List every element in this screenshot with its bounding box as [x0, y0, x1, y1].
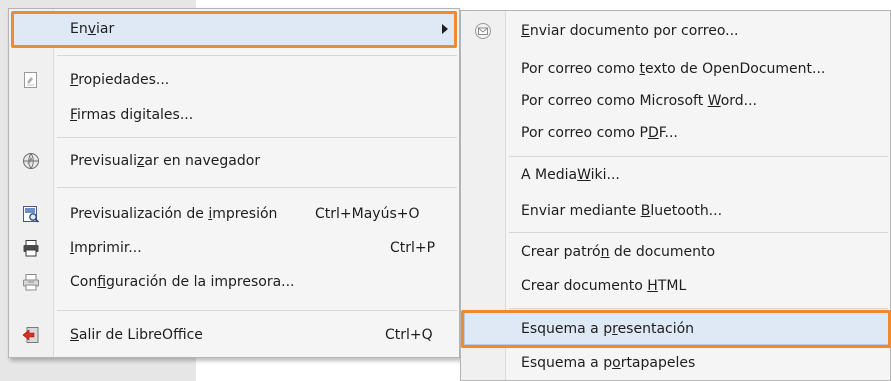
submenu-item-esquema-portapapeles[interactable]: Esquema a portapapeles — [461, 347, 890, 379]
submenu-item-label: Por correo como Microsoft Word... — [521, 93, 757, 109]
submenu-item-crear-patron[interactable]: Crear patrón de documento — [461, 236, 890, 268]
file-menu: Enviar Propiedades... Firmas digitales..… — [8, 8, 460, 358]
menu-separator — [509, 232, 888, 233]
submenu-item-label: Por correo como texto de OpenDocument... — [521, 61, 826, 77]
menu-item-salir[interactable]: Salir de LibreOffice Ctrl+Q — [9, 319, 459, 351]
menu-separator — [509, 308, 888, 309]
printer-icon — [22, 239, 40, 257]
shortcut-label: Ctrl+P — [390, 240, 436, 256]
submenu-item-label: Crear patrón de documento — [521, 244, 716, 260]
menu-item-configuracion-impresora[interactable]: Configuración de la impresora... — [9, 266, 459, 298]
menu-icon-strip — [9, 9, 54, 357]
shortcut-label: Ctrl+Q — [385, 327, 433, 343]
submenu-item-label: Enviar documento por correo... — [521, 23, 739, 39]
menu-item-propiedades[interactable]: Propiedades... — [9, 64, 459, 96]
menu-separator — [57, 187, 457, 188]
esquema-presentacion-highlight-frame — [461, 310, 891, 348]
submenu-item-label: Enviar mediante Bluetooth... — [521, 203, 723, 219]
submenu-item-label: Crear documento HTML — [521, 278, 687, 294]
menu-item-propiedades-label: Propiedades... — [70, 72, 170, 88]
menu-item-firmas-digitales[interactable]: Firmas digitales... — [9, 99, 459, 131]
submenu-item-label: A MediaWiki... — [521, 167, 620, 183]
menu-item-firmas-digitales-label: Firmas digitales... — [70, 107, 194, 123]
menu-item-imprimir[interactable]: Imprimir... Ctrl+P — [9, 232, 459, 264]
print-preview-icon — [22, 205, 40, 223]
menu-separator — [509, 156, 888, 157]
submenu-item-bluetooth[interactable]: Enviar mediante Bluetooth... — [461, 195, 890, 227]
enviar-highlight-frame — [11, 11, 457, 48]
menu-item-previsualizar-navegador[interactable]: Previsualizar en navegador — [9, 145, 459, 177]
menu-item-configuracion-impresora-label: Configuración de la impresora... — [70, 274, 295, 290]
shortcut-label: Ctrl+Mayús+O — [315, 206, 420, 222]
menu-item-previsualizacion-impresion[interactable]: Previsualización de impresión Ctrl+Mayús… — [9, 198, 459, 230]
menu-item-salir-label: Salir de LibreOffice — [70, 327, 203, 343]
submenu-item-correo-opendocument[interactable]: Por correo como texto de OpenDocument... — [461, 53, 890, 85]
screen: Enviar Propiedades... Firmas digitales..… — [0, 0, 891, 381]
menu-separator — [57, 310, 457, 311]
menu-separator — [57, 137, 457, 138]
exit-icon — [22, 326, 40, 344]
submenu-item-enviar-correo[interactable]: Enviar documento por correo... — [461, 15, 890, 47]
submenu-item-mediawiki[interactable]: A MediaWiki... — [461, 159, 890, 191]
menu-item-previsualizacion-impresion-label: Previsualización de impresión — [70, 206, 278, 222]
printer-settings-icon — [22, 273, 40, 291]
submenu-item-crear-html[interactable]: Crear documento HTML — [461, 270, 890, 302]
properties-icon — [22, 71, 40, 89]
submenu-item-label: Esquema a portapapeles — [521, 355, 696, 371]
submenu-item-label: Por correo como PDF... — [521, 125, 678, 141]
menu-separator — [57, 55, 457, 56]
email-icon — [474, 22, 492, 40]
submenu-item-correo-pdf[interactable]: Por correo como PDF... — [461, 117, 890, 149]
submenu-item-correo-word[interactable]: Por correo como Microsoft Word... — [461, 85, 890, 117]
menu-item-imprimir-label: Imprimir... — [70, 240, 142, 256]
web-preview-icon — [22, 152, 40, 170]
menu-item-previsualizar-navegador-label: Previsualizar en navegador — [70, 153, 261, 169]
